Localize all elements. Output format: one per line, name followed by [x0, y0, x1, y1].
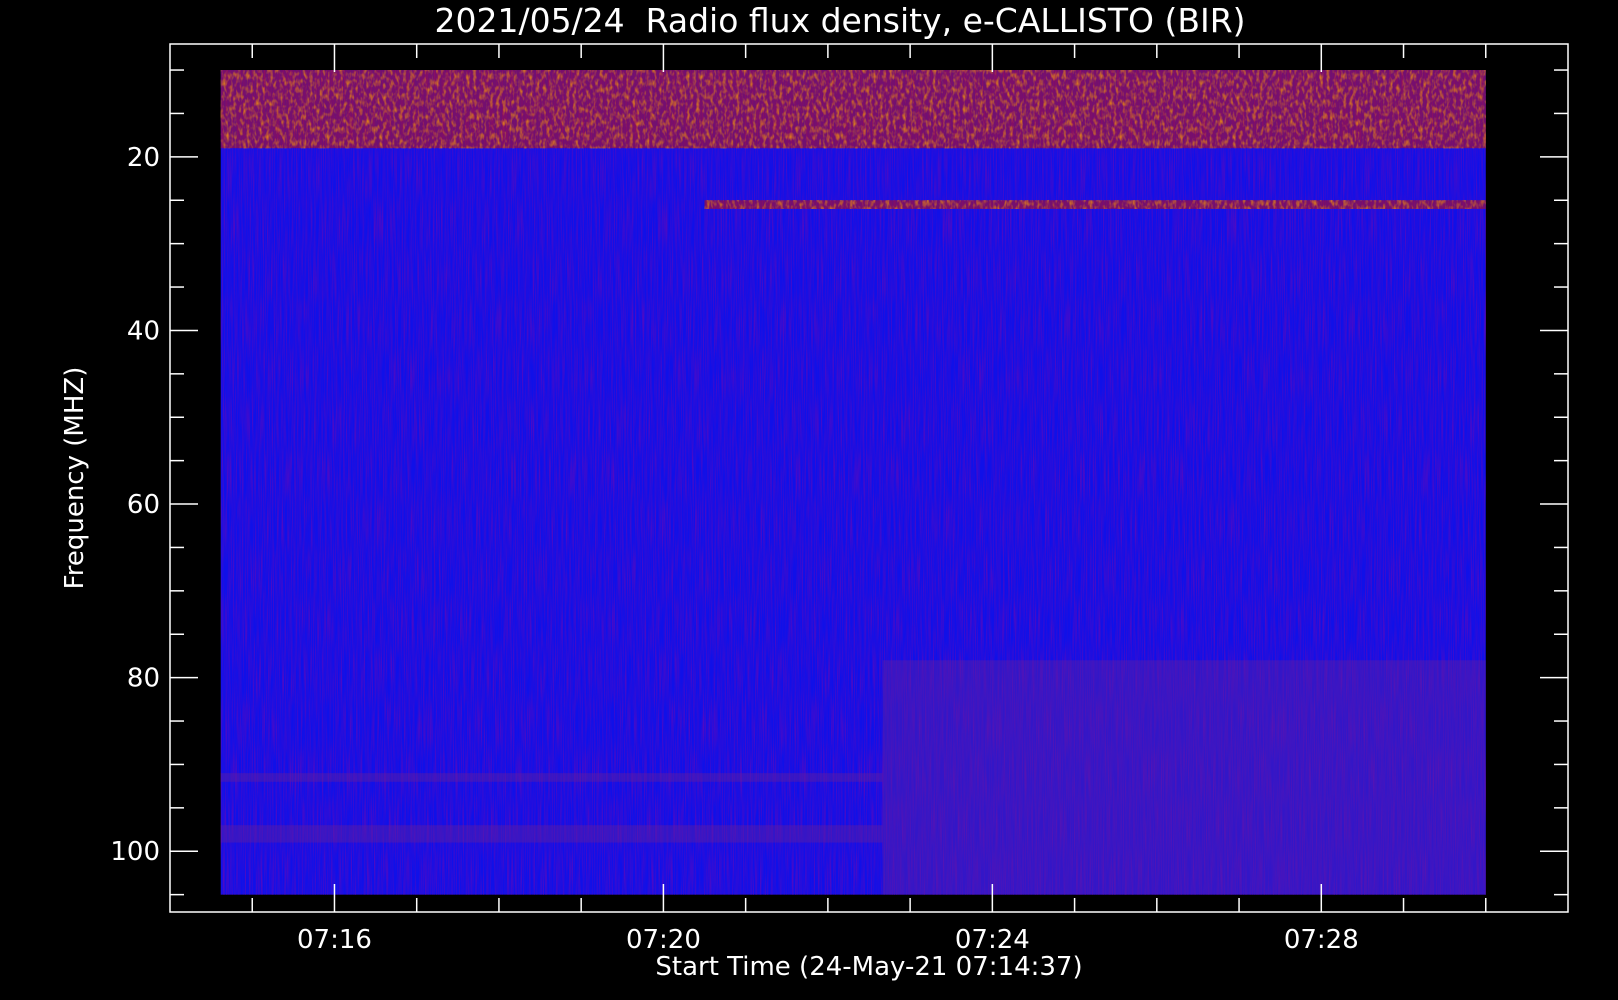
x-tick-label: 07:16 [297, 925, 372, 955]
y-tick-label: 40 [127, 316, 160, 346]
x-tick-label: 07:28 [1284, 925, 1359, 955]
spectrogram-feature-texture [704, 200, 1486, 209]
x-tick-label: 07:20 [626, 925, 701, 955]
spectrogram-feature [220, 825, 883, 843]
y-tick-label: 100 [110, 837, 160, 867]
spectrogram-feature [882, 660, 1486, 895]
y-tick-label: 20 [127, 143, 160, 173]
spectrogram-image [220, 70, 1486, 895]
chart-title: 2021/05/24 Radio flux density, e-CALLIST… [434, 1, 1245, 40]
spectrogram-feature-texture [220, 70, 1486, 149]
y-axis-label: Frequency (MHZ) [60, 367, 90, 590]
y-tick-label: 60 [127, 490, 160, 520]
y-tick-label: 80 [127, 664, 160, 694]
x-tick-label: 07:24 [955, 925, 1030, 955]
spectrogram-feature [220, 773, 883, 782]
x-axis-label: Start Time (24-May-21 07:14:37) [655, 952, 1082, 982]
spectrogram-chart: 2021/05/24 Radio flux density, e-CALLIST… [60, 1, 1569, 982]
